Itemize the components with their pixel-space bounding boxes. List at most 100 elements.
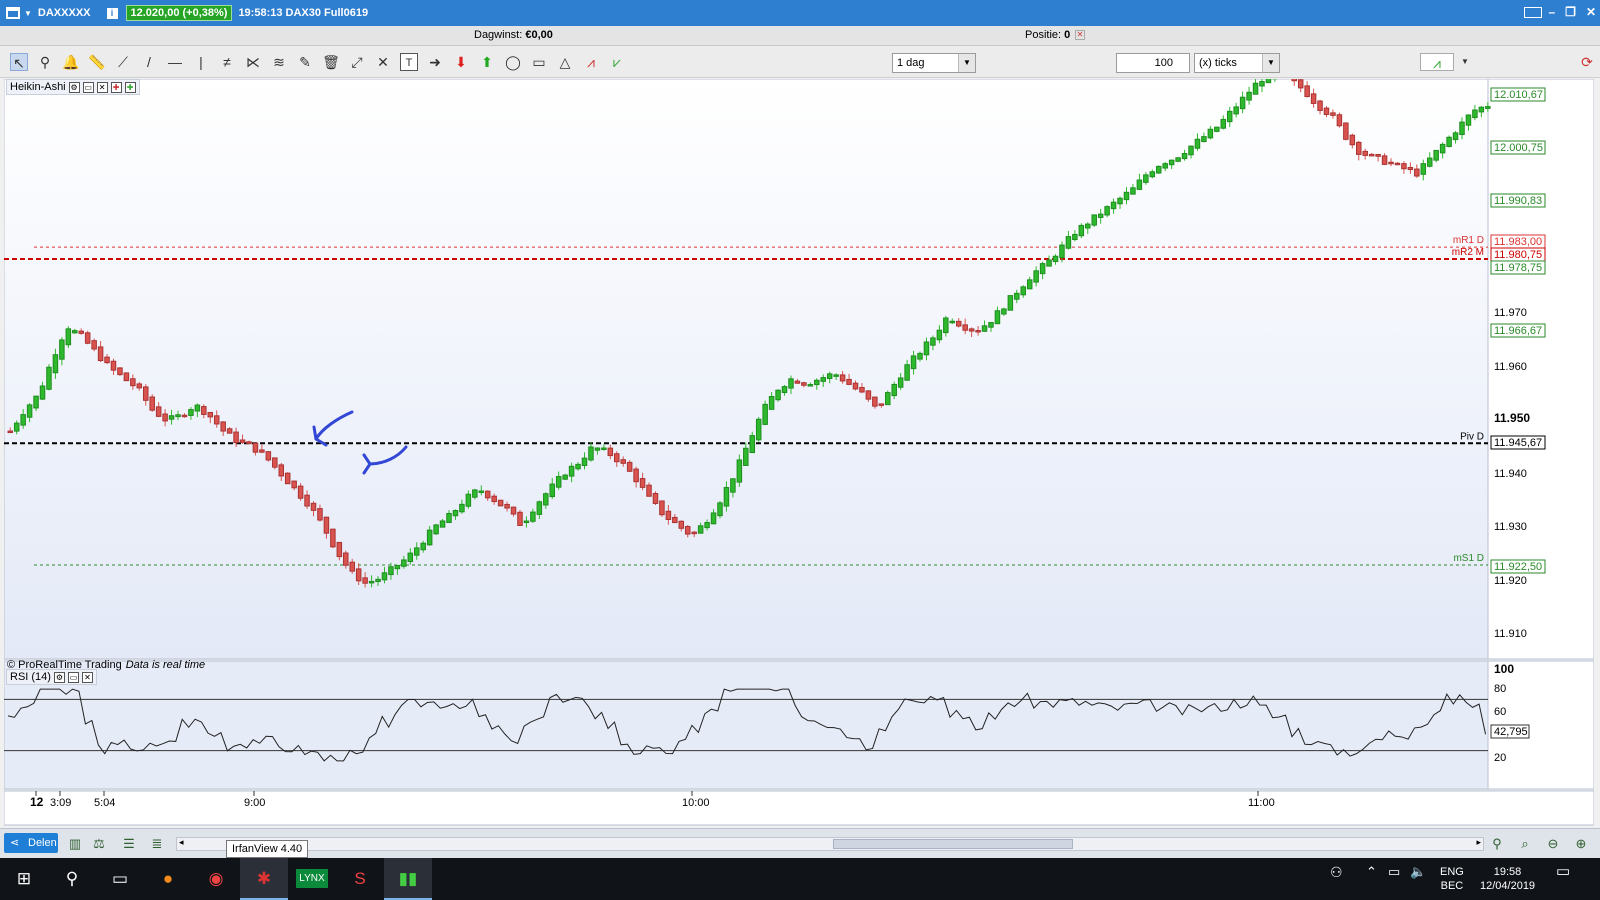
windows-start-icon[interactable]: ⊞	[0, 858, 48, 900]
sync-icon[interactable]: ⟳	[1578, 53, 1596, 71]
candle-body[interactable]	[439, 520, 446, 528]
candle-body[interactable]	[420, 542, 426, 551]
candle-body[interactable]	[1110, 201, 1117, 210]
candle-body[interactable]	[46, 366, 52, 390]
candle-body[interactable]	[1362, 150, 1368, 156]
candle-body[interactable]	[1446, 136, 1452, 147]
candle-body[interactable]	[394, 564, 401, 570]
candle-body[interactable]	[1388, 161, 1394, 165]
candle-body[interactable]	[1259, 81, 1265, 87]
candle-body[interactable]	[697, 525, 704, 534]
candle-body[interactable]	[265, 451, 272, 461]
candle-body[interactable]	[168, 415, 175, 420]
candle-body[interactable]	[652, 492, 659, 504]
instrument-name[interactable]: DAXXXXX	[38, 7, 91, 19]
candle-body[interactable]	[323, 516, 330, 534]
candle-body[interactable]	[446, 512, 452, 524]
candle-body[interactable]	[723, 487, 730, 507]
price-tools-icon[interactable]: ⚖	[90, 835, 108, 853]
candle-body[interactable]	[155, 406, 162, 417]
eraser-icon[interactable]: ✎	[296, 53, 314, 71]
candle-body[interactable]	[1020, 286, 1027, 296]
candle-body[interactable]	[1117, 197, 1123, 205]
candle-body[interactable]	[872, 396, 878, 407]
triangle-icon[interactable]: △	[556, 53, 574, 71]
units-spinner[interactable]: 100	[1116, 53, 1190, 73]
candle-body[interactable]	[1207, 128, 1214, 139]
add-indicator-icon[interactable]: ✚	[124, 81, 136, 93]
candle-body[interactable]	[833, 374, 839, 377]
candle-body[interactable]	[1014, 292, 1020, 300]
vertical-line-icon[interactable]: |	[192, 53, 210, 71]
text-icon[interactable]: T	[400, 53, 418, 71]
candle-body[interactable]	[459, 503, 465, 513]
candle-body[interactable]	[7, 430, 14, 434]
candle-body[interactable]	[26, 404, 33, 418]
candle-body[interactable]	[1381, 155, 1388, 165]
candle-body[interactable]	[52, 354, 59, 374]
candle-body[interactable]	[259, 449, 265, 453]
candle-body[interactable]	[349, 561, 355, 572]
chrome-icon[interactable]: ◉	[192, 858, 240, 900]
candle-body[interactable]	[717, 502, 723, 517]
candle-body[interactable]	[588, 446, 594, 461]
candle-body[interactable]	[988, 322, 994, 328]
trash-icon[interactable]: 🗑	[322, 53, 340, 71]
candle-body[interactable]	[949, 320, 956, 324]
candle-body[interactable]	[1310, 93, 1317, 104]
candle-body[interactable]	[730, 478, 736, 493]
candle-body[interactable]	[1330, 112, 1336, 116]
candle-body[interactable]	[646, 484, 652, 497]
candle-body[interactable]	[878, 403, 885, 406]
autoscale-icon[interactable]: ⚲	[1488, 835, 1506, 853]
scrollbar-thumb[interactable]	[833, 839, 1073, 849]
candle-body[interactable]	[710, 512, 717, 525]
candle-body[interactable]	[1375, 154, 1381, 157]
candle-body[interactable]	[659, 500, 665, 516]
candle-body[interactable]	[1472, 109, 1478, 119]
candle-body[interactable]	[626, 461, 633, 472]
candle-body[interactable]	[575, 463, 581, 470]
candle-body[interactable]	[839, 374, 846, 382]
rectangle-icon[interactable]: ▭	[530, 53, 548, 71]
candle-body[interactable]	[749, 435, 756, 454]
candle-body[interactable]	[491, 495, 497, 503]
candle-body[interactable]	[1214, 126, 1220, 132]
arrow-right-icon[interactable]: ➜	[426, 53, 444, 71]
candle-body[interactable]	[1220, 118, 1227, 129]
candle-body[interactable]	[484, 490, 491, 499]
segment-icon[interactable]: ⟋	[114, 53, 132, 71]
info-icon[interactable]: i	[106, 7, 118, 19]
candle-body[interactable]	[1104, 206, 1110, 216]
candle-body[interactable]	[581, 457, 588, 466]
irfanview-icon[interactable]: ✱	[240, 858, 288, 900]
candle-body[interactable]	[413, 547, 420, 556]
candle-body[interactable]	[368, 580, 375, 584]
candle-body[interactable]	[291, 480, 297, 489]
chevron-down-icon[interactable]: ▼	[958, 54, 975, 72]
candle-body[interactable]	[788, 378, 794, 389]
candle-body[interactable]	[207, 411, 214, 418]
candle-body[interactable]	[781, 386, 788, 394]
people-icon[interactable]: ⚇	[1330, 865, 1343, 879]
timeframe-select[interactable]: 1 dag ▼	[892, 53, 976, 73]
candle-body[interactable]	[1149, 171, 1156, 178]
candle-body[interactable]	[1297, 79, 1304, 89]
candle-body[interactable]	[1252, 82, 1259, 95]
candle-body[interactable]	[136, 383, 143, 389]
candle-body[interactable]	[1123, 191, 1130, 201]
candle-body[interactable]	[330, 528, 336, 548]
candle-body[interactable]	[1433, 149, 1439, 161]
channel-icon[interactable]: ≠	[218, 53, 236, 71]
candle-body[interactable]	[401, 559, 407, 567]
candle-body[interactable]	[975, 330, 981, 333]
candle-body[interactable]	[381, 572, 388, 581]
zoom-fit-icon[interactable]: ⌕	[1516, 835, 1534, 853]
remove-icon[interactable]: ✚	[110, 81, 122, 93]
candle-body[interactable]	[1426, 157, 1433, 167]
candle-body[interactable]	[665, 510, 672, 520]
candle-body[interactable]	[252, 442, 259, 453]
candle-body[interactable]	[962, 324, 968, 331]
candle-body[interactable]	[743, 447, 749, 466]
candle-body[interactable]	[814, 379, 820, 386]
